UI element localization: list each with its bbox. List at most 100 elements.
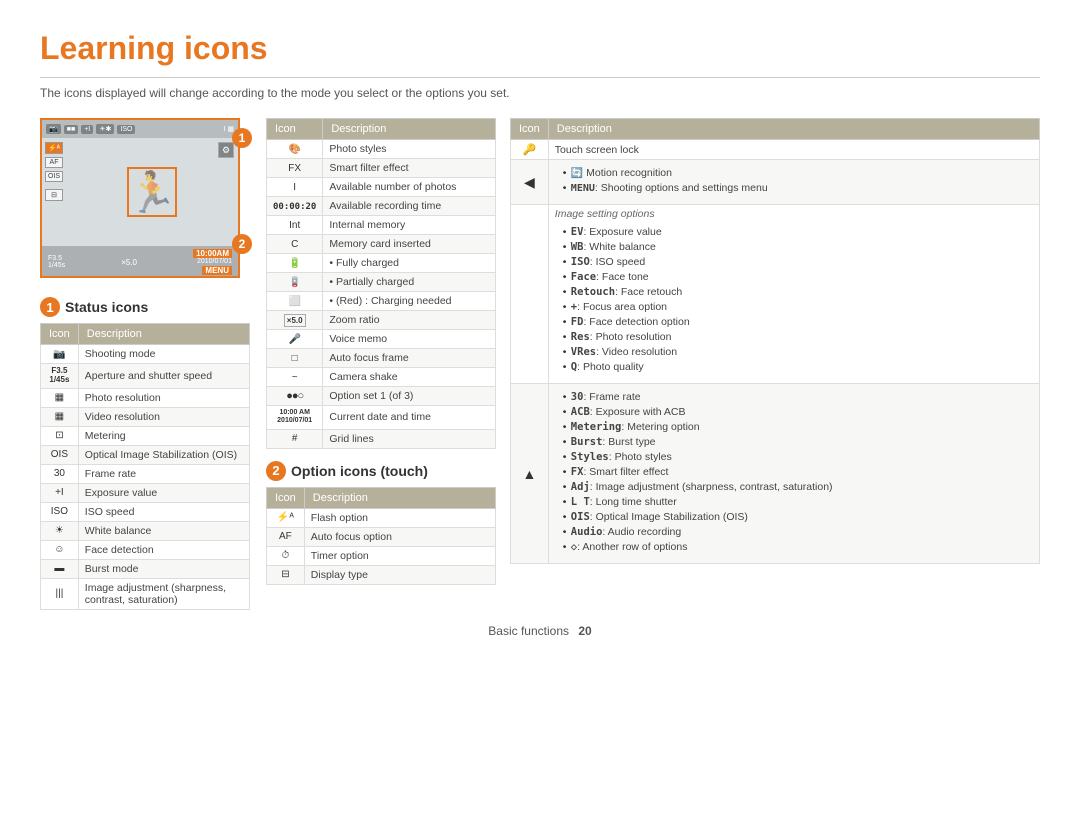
- option-icon-cell: ⏱: [267, 546, 305, 565]
- option-section: 2 Option icons (touch) Icon Description …: [266, 461, 496, 585]
- option-col-icon: Icon: [267, 487, 305, 508]
- status-desc-cell: Frame rate: [78, 464, 249, 483]
- table-row: ☺Face detection: [41, 540, 250, 559]
- status-icon-cell: 30: [41, 464, 79, 483]
- mid-col-desc: Description: [323, 119, 496, 140]
- right-col-icon: Icon: [511, 119, 549, 140]
- list-item: Styles: Photo styles: [563, 451, 1033, 463]
- status-icon-cell: ☺: [41, 540, 79, 559]
- status-icon-cell: ⊡: [41, 426, 79, 445]
- status-num-badge: 1: [40, 297, 60, 317]
- right-col: Icon Description 🔑 Touch screen lock ◀ 🔄…: [510, 118, 1040, 564]
- right-icon-empty: [511, 205, 549, 384]
- bullet-list-1: 🔄 Motion recognition MENU: Shooting opti…: [555, 163, 1033, 201]
- footer: Basic functions 20: [40, 624, 1040, 638]
- mid-icon-cell: ⬜: [267, 292, 323, 311]
- table-row: IntInternal memory: [267, 216, 496, 235]
- option-desc-cell: Flash option: [304, 508, 495, 527]
- mid-desc-cell: Voice memo: [323, 330, 496, 349]
- list-item: 30: Frame rate: [563, 391, 1033, 403]
- list-item: FX: Smart filter effect: [563, 466, 1033, 478]
- table-row: 30Frame rate: [41, 464, 250, 483]
- option-section-title: 2 Option icons (touch): [266, 461, 496, 481]
- table-row: OISOptical Image Stabilization (OIS): [41, 445, 250, 464]
- right-desc-bullet3: 30: Frame rate ACB: Exposure with ACB Me…: [548, 384, 1039, 564]
- mid-desc-cell: • Partially charged: [323, 273, 496, 292]
- status-section: 1 Status icons Icon Description 📷Shootin…: [40, 297, 250, 610]
- footer-label: Basic functions: [488, 624, 569, 638]
- status-desc-cell: Photo resolution: [78, 388, 249, 407]
- table-row: F3.51/45sAperture and shutter speed: [41, 364, 250, 389]
- status-table: Icon Description 📷Shooting modeF3.51/45s…: [40, 323, 250, 610]
- cam-bottom-bar: F3.5 1/45s ×5.0 10:00AM 2010/07/01 MENU: [42, 246, 238, 278]
- mid-col-icon: Icon: [267, 119, 323, 140]
- option-col-desc: Description: [304, 487, 495, 508]
- mid-icon-cell: I: [267, 178, 323, 197]
- table-row: ⚡ᴬFlash option: [267, 508, 496, 527]
- mid-desc-cell: Available number of photos: [323, 178, 496, 197]
- option-icon-cell: AF: [267, 527, 305, 546]
- mid-col: Icon Description 🎨Photo stylesFXSmart fi…: [266, 118, 496, 585]
- mid-icon-cell: FX: [267, 159, 323, 178]
- table-row: ISOISO speed: [41, 502, 250, 521]
- option-num-badge: 2: [266, 461, 286, 481]
- list-item: Burst: Burst type: [563, 436, 1033, 448]
- status-desc-cell: White balance: [78, 521, 249, 540]
- camera-screen: 📷 ■■ +I ☀✱ ISO I ▦ ⚡ᴬ AF OIS ⊟ 🏃: [40, 118, 240, 278]
- table-row: 00:00:20Available recording time: [267, 197, 496, 216]
- right-icon-arrow: ◀: [511, 160, 549, 205]
- annotation-2: 2: [232, 234, 252, 254]
- table-row: ~Camera shake: [267, 368, 496, 387]
- list-item: Adj: Image adjustment (sharpness, contra…: [563, 481, 1033, 493]
- annotation-1: 1: [232, 128, 252, 148]
- mid-desc-cell: Current date and time: [323, 406, 496, 430]
- status-icon-cell: ▦: [41, 388, 79, 407]
- camera-panel: 📷 ■■ +I ☀✱ ISO I ▦ ⚡ᴬ AF OIS ⊟ 🏃: [40, 118, 250, 610]
- table-row: FXSmart filter effect: [267, 159, 496, 178]
- status-icon-cell: ▦: [41, 407, 79, 426]
- list-item: WB: White balance: [563, 241, 1033, 253]
- table-row: ▲ 30: Frame rate ACB: Exposure with ACB …: [511, 384, 1040, 564]
- table-row: AFAuto focus option: [267, 527, 496, 546]
- status-desc-cell: Shooting mode: [78, 345, 249, 364]
- status-desc-cell: Burst mode: [78, 559, 249, 578]
- image-setting-label: Image setting options: [555, 208, 1033, 220]
- status-desc-cell: Exposure value: [78, 483, 249, 502]
- right-icon-triangle: ▲: [511, 384, 549, 564]
- list-item: Face: Face tone: [563, 271, 1033, 283]
- mid-desc-cell: • Fully charged: [323, 254, 496, 273]
- table-row: 🎨Photo styles: [267, 140, 496, 159]
- list-item: +: Focus area option: [563, 301, 1033, 313]
- mid-table: Icon Description 🎨Photo stylesFXSmart fi…: [266, 118, 496, 449]
- status-desc-cell: Optical Image Stabilization (OIS): [78, 445, 249, 464]
- mid-icon-cell: 🔋: [267, 254, 323, 273]
- list-item: Retouch: Face retouch: [563, 286, 1033, 298]
- footer-page: 20: [578, 624, 591, 638]
- table-row: ▦Video resolution: [41, 407, 250, 426]
- mid-icon-cell: 🪫: [267, 273, 323, 292]
- right-icon-lock: 🔑: [511, 140, 549, 160]
- table-row: IAvailable number of photos: [267, 178, 496, 197]
- cam-focus-box: [127, 167, 177, 217]
- cam-bottom-right: 10:00AM 2010/07/01 MENU: [193, 249, 232, 275]
- status-icon-cell: ☀: [41, 521, 79, 540]
- status-icon-cell: F3.51/45s: [41, 364, 79, 389]
- list-item: Metering: Metering option: [563, 421, 1033, 433]
- mid-icon-cell: 10:00 AM2010/07/01: [267, 406, 323, 430]
- list-item: ◇: Another row of options: [563, 541, 1033, 553]
- status-section-title: 1 Status icons: [40, 297, 250, 317]
- status-icon-cell: 📷: [41, 345, 79, 364]
- mid-desc-cell: Internal memory: [323, 216, 496, 235]
- status-col-desc: Description: [78, 324, 249, 345]
- status-col-icon: Icon: [41, 324, 79, 345]
- status-desc-cell: Metering: [78, 426, 249, 445]
- table-row: ▬Burst mode: [41, 559, 250, 578]
- mid-desc-cell: Smart filter effect: [323, 159, 496, 178]
- option-icon-cell: ⊟: [267, 565, 305, 584]
- mid-icon-cell: C: [267, 235, 323, 254]
- list-item: VRes: Video resolution: [563, 346, 1033, 358]
- mid-desc-cell: Photo styles: [323, 140, 496, 159]
- option-desc-cell: Timer option: [304, 546, 495, 565]
- list-item: MENU: Shooting options and settings menu: [563, 182, 1033, 194]
- page-subtitle: The icons displayed will change accordin…: [40, 86, 1040, 100]
